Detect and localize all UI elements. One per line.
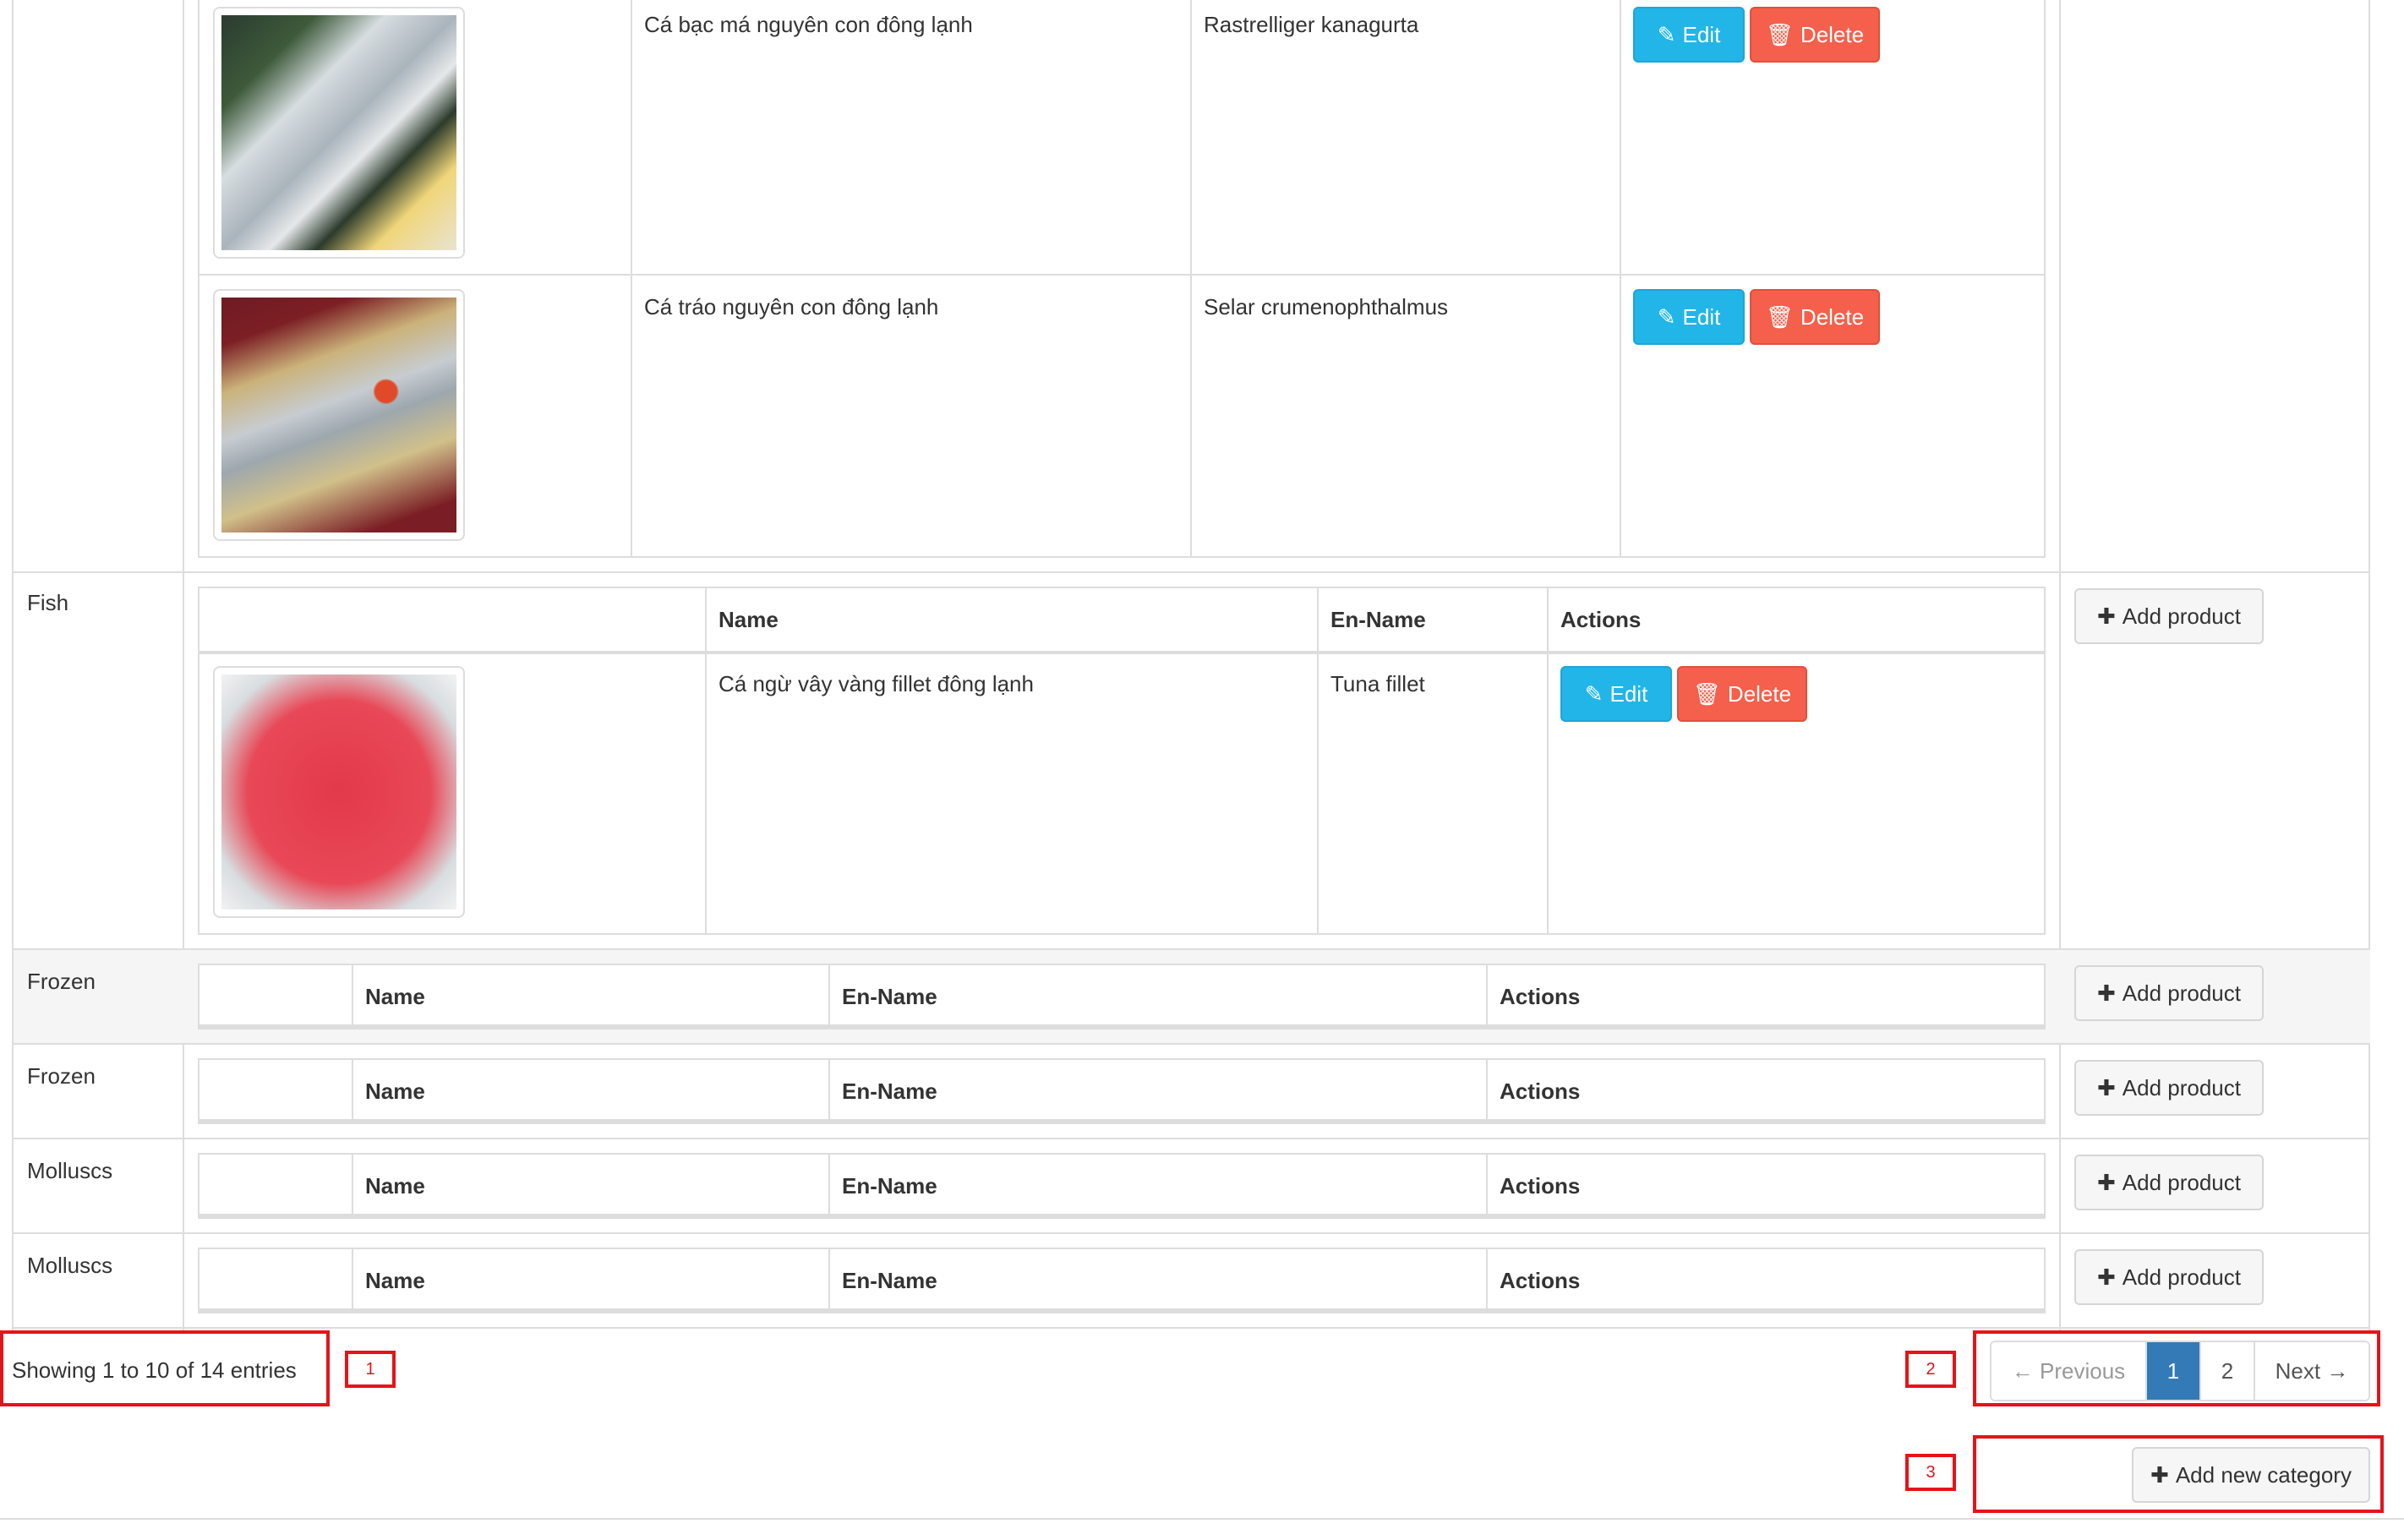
product-thumbnail — [213, 7, 465, 259]
column-header-name: Name — [365, 1079, 425, 1104]
add-product-button[interactable]: ✚ Add product — [2074, 1249, 2264, 1305]
column-header-en-name: En-Name — [842, 1268, 937, 1293]
plus-icon: ✚ — [2096, 980, 2116, 1006]
column-header-en-name: En-Name — [842, 1173, 937, 1199]
product-thumbnail — [213, 289, 465, 541]
column-header-name: Name — [365, 984, 425, 1009]
product-table-fish — [198, 587, 2046, 935]
edit-button[interactable]: ✎ Edit — [1633, 7, 1745, 63]
product-en-name: Selar crumenophthalmus — [1204, 294, 1449, 319]
delete-button[interactable]: 🗑 Delete — [1750, 7, 1880, 63]
trash-icon: 🗑 — [1692, 681, 1721, 707]
category-label: Molluscs — [27, 1253, 113, 1278]
annotation-box-1 — [0, 1330, 330, 1406]
column-header-en-name: En-Name — [1330, 607, 1426, 632]
annotation-box-3 — [1973, 1435, 2384, 1513]
add-product-button[interactable]: ✚ Add product — [2074, 588, 2264, 644]
category-label: Frozen — [27, 1063, 96, 1089]
column-header-actions: Actions — [1500, 1173, 1581, 1199]
trash-icon: 🗑 — [1765, 22, 1794, 47]
edit-icon: ✎ — [1657, 22, 1676, 47]
plus-icon: ✚ — [2096, 1264, 2116, 1290]
delete-button[interactable]: 🗑 Delete — [1750, 289, 1880, 345]
column-header-name: Name — [365, 1268, 425, 1293]
add-product-button[interactable]: ✚ Add product — [2074, 965, 2264, 1021]
column-header-en-name: En-Name — [842, 1079, 937, 1104]
edit-button[interactable]: ✎ Edit — [1633, 289, 1745, 345]
product-en-name: Rastrelliger kanagurta — [1204, 12, 1419, 37]
annotation-label-2: 2 — [1905, 1351, 1956, 1388]
column-header-name: Name — [365, 1173, 425, 1199]
column-header-name: Name — [718, 607, 779, 632]
category-label: Fish — [27, 590, 69, 615]
annotation-label-1: 1 — [345, 1351, 396, 1388]
add-product-button[interactable]: ✚ Add product — [2074, 1060, 2264, 1116]
product-table-molluscs — [198, 1153, 2046, 1219]
product-table-frozen — [198, 1058, 2046, 1124]
category-label: Frozen — [27, 969, 96, 994]
product-table-molluscs — [198, 1248, 2046, 1313]
plus-icon: ✚ — [2096, 1170, 2116, 1195]
plus-icon: ✚ — [2096, 1075, 2116, 1100]
product-en-name: Tuna fillet — [1330, 671, 1425, 696]
annotation-label-3: 3 — [1905, 1454, 1956, 1491]
edit-button[interactable]: ✎ Edit — [1560, 666, 1672, 722]
column-header-actions: Actions — [1500, 1268, 1581, 1293]
column-header-actions: Actions — [1500, 1079, 1581, 1104]
annotation-box-2 — [1973, 1330, 2380, 1406]
product-table-frozen — [198, 964, 2046, 1029]
category-label: Molluscs — [27, 1158, 113, 1183]
delete-button[interactable]: 🗑 Delete — [1677, 666, 1807, 722]
column-header-actions: Actions — [1560, 607, 1642, 632]
edit-icon: ✎ — [1657, 304, 1676, 330]
product-name: Cá tráo nguyên con đông lạnh — [644, 294, 939, 319]
plus-icon: ✚ — [2096, 603, 2116, 629]
product-name: Cá ngừ vây vàng fillet đông lạnh — [718, 671, 1034, 696]
edit-icon: ✎ — [1584, 681, 1604, 707]
product-name: Cá bạc má nguyên con đông lạnh — [644, 12, 973, 37]
column-header-actions: Actions — [1500, 984, 1581, 1009]
add-product-button[interactable]: ✚ Add product — [2074, 1155, 2264, 1210]
product-thumbnail — [213, 666, 465, 918]
product-table-top — [198, 0, 2046, 558]
trash-icon: 🗑 — [1765, 304, 1794, 330]
column-header-en-name: En-Name — [842, 984, 937, 1009]
